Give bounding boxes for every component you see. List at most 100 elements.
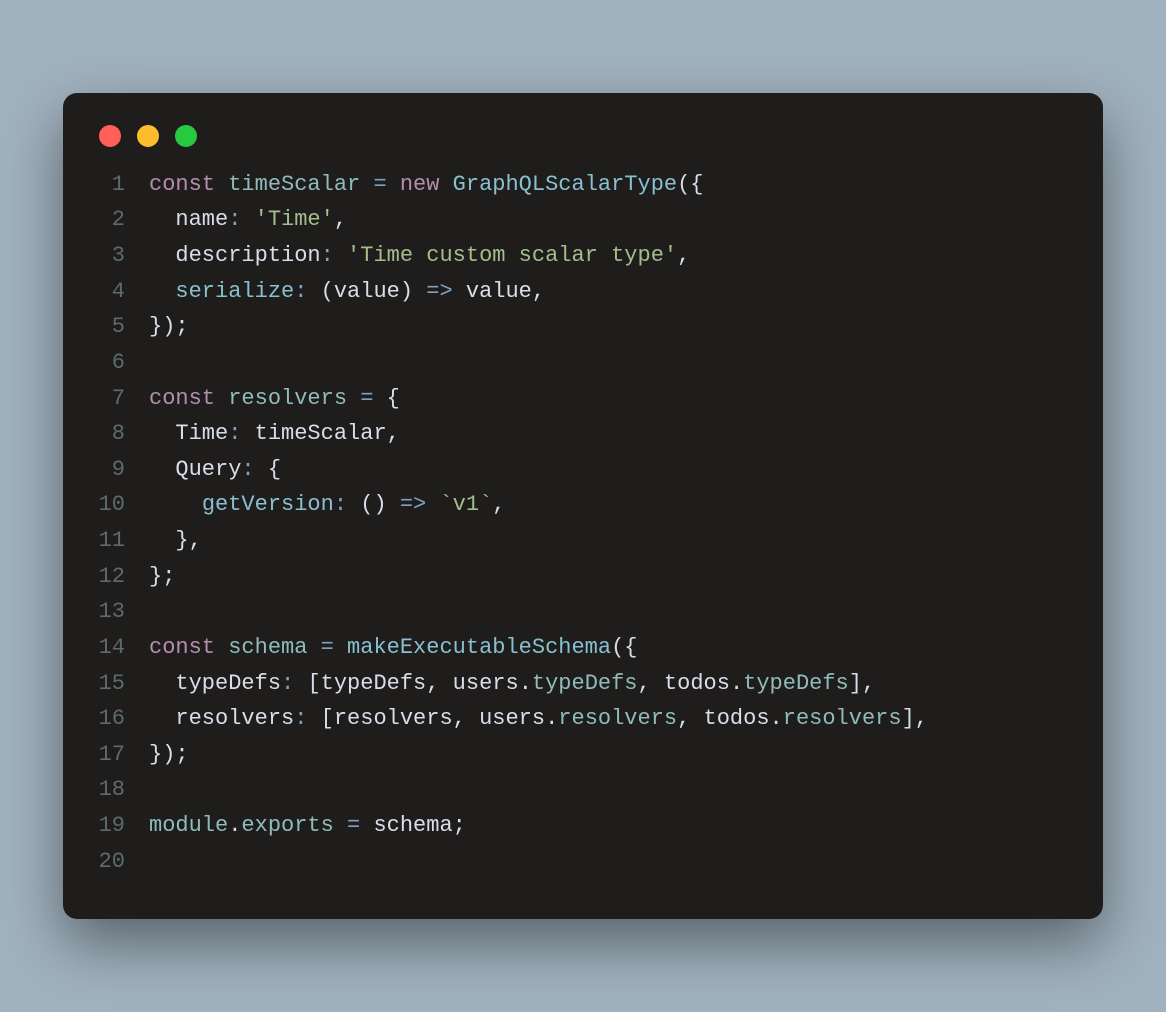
token-prop: value — [466, 279, 532, 304]
line-content: }); — [149, 309, 1071, 345]
token-pun: , — [426, 671, 452, 696]
token-var: exports — [241, 813, 333, 838]
token-op: : — [228, 207, 241, 232]
line-number: 17 — [95, 737, 149, 773]
token-ws — [413, 279, 426, 304]
code-line: 17}); — [95, 737, 1071, 773]
token-prop: schema — [373, 813, 452, 838]
token-op: : — [281, 671, 294, 696]
token-kw: const — [149, 635, 215, 660]
token-pun: }); — [149, 742, 189, 767]
token-pun: , — [334, 207, 347, 232]
minimize-icon[interactable] — [137, 125, 159, 147]
token-ws — [215, 635, 228, 660]
line-content: const resolvers = { — [149, 381, 1071, 417]
token-prop: typeDefs — [321, 671, 427, 696]
token-prop: resolvers — [334, 706, 453, 731]
code-line: 16 resolvers: [resolvers, users.resolver… — [95, 701, 1071, 737]
token-pun: }); — [149, 314, 189, 339]
line-content: const timeScalar = new GraphQLScalarType… — [149, 167, 1071, 203]
token-pun: , — [638, 671, 664, 696]
token-ws — [149, 671, 175, 696]
token-prop: timeScalar — [255, 421, 387, 446]
token-prop: description — [175, 243, 320, 268]
close-icon[interactable] — [99, 125, 121, 147]
line-content — [149, 594, 1071, 630]
line-content — [149, 844, 1071, 880]
token-ws — [149, 243, 175, 268]
token-pun: { — [268, 457, 281, 482]
token-op: : — [334, 492, 347, 517]
token-pun: ( — [321, 279, 334, 304]
token-pun: . — [519, 671, 532, 696]
token-prop: Query — [175, 457, 241, 482]
window-titlebar — [95, 123, 1071, 167]
token-op: = — [347, 813, 360, 838]
line-number: 15 — [95, 666, 149, 702]
code-editor[interactable]: 1const timeScalar = new GraphQLScalarTyp… — [95, 167, 1071, 880]
token-prop: users — [479, 706, 545, 731]
token-var: typeDefs — [532, 671, 638, 696]
token-pun: ; — [453, 813, 466, 838]
code-line: 4 serialize: (value) => value, — [95, 274, 1071, 310]
code-line: 10 getVersion: () => `v1`, — [95, 487, 1071, 523]
token-prop: typeDefs — [175, 671, 281, 696]
token-call: makeExecutableSchema — [347, 635, 611, 660]
token-ws — [149, 457, 175, 482]
line-content: typeDefs: [typeDefs, users.typeDefs, tod… — [149, 666, 1071, 702]
line-number: 12 — [95, 559, 149, 595]
token-prop: resolvers — [175, 706, 294, 731]
code-window: 1const timeScalar = new GraphQLScalarTyp… — [63, 93, 1103, 920]
token-pun: , — [677, 243, 690, 268]
token-op: = — [373, 172, 386, 197]
line-content: }; — [149, 559, 1071, 595]
code-line: 20 — [95, 844, 1071, 880]
token-ws — [360, 172, 373, 197]
token-ws — [149, 207, 175, 232]
token-ws — [426, 492, 439, 517]
line-number: 19 — [95, 808, 149, 844]
line-number: 1 — [95, 167, 149, 203]
token-ws — [149, 279, 175, 304]
line-number: 7 — [95, 381, 149, 417]
token-op: => — [400, 492, 426, 517]
token-ws — [255, 457, 268, 482]
token-call: serialize — [175, 279, 294, 304]
token-pun: ({ — [611, 635, 637, 660]
token-param: value — [334, 279, 400, 304]
line-number: 13 — [95, 594, 149, 630]
token-ws — [149, 492, 202, 517]
line-content: module.exports = schema; — [149, 808, 1071, 844]
token-pun: { — [387, 386, 400, 411]
line-content: }); — [149, 737, 1071, 773]
code-line: 1const timeScalar = new GraphQLScalarTyp… — [95, 167, 1071, 203]
line-content: }, — [149, 523, 1071, 559]
code-line: 18 — [95, 772, 1071, 808]
token-pun: . — [545, 706, 558, 731]
token-pun: , — [677, 706, 703, 731]
token-var: timeScalar — [228, 172, 360, 197]
token-ws — [387, 172, 400, 197]
line-content: Time: timeScalar, — [149, 416, 1071, 452]
line-content: serialize: (value) => value, — [149, 274, 1071, 310]
token-pun: . — [730, 671, 743, 696]
token-pun: , — [532, 279, 545, 304]
line-content: resolvers: [resolvers, users.resolvers, … — [149, 701, 1071, 737]
token-ws — [149, 706, 175, 731]
maximize-icon[interactable] — [175, 125, 197, 147]
token-ws — [334, 813, 347, 838]
token-ws — [439, 172, 452, 197]
line-content: name: 'Time', — [149, 202, 1071, 238]
token-str: 'Time custom scalar type' — [347, 243, 677, 268]
token-op: : — [321, 243, 334, 268]
token-pun: . — [770, 706, 783, 731]
line-content: getVersion: () => `v1`, — [149, 487, 1071, 523]
token-call: GraphQLScalarType — [453, 172, 677, 197]
code-line: 13 — [95, 594, 1071, 630]
token-prop: users — [453, 671, 519, 696]
token-pun: . — [228, 813, 241, 838]
token-kw: const — [149, 386, 215, 411]
code-line: 6 — [95, 345, 1071, 381]
token-pun: ], — [849, 671, 875, 696]
token-ws — [307, 635, 320, 660]
